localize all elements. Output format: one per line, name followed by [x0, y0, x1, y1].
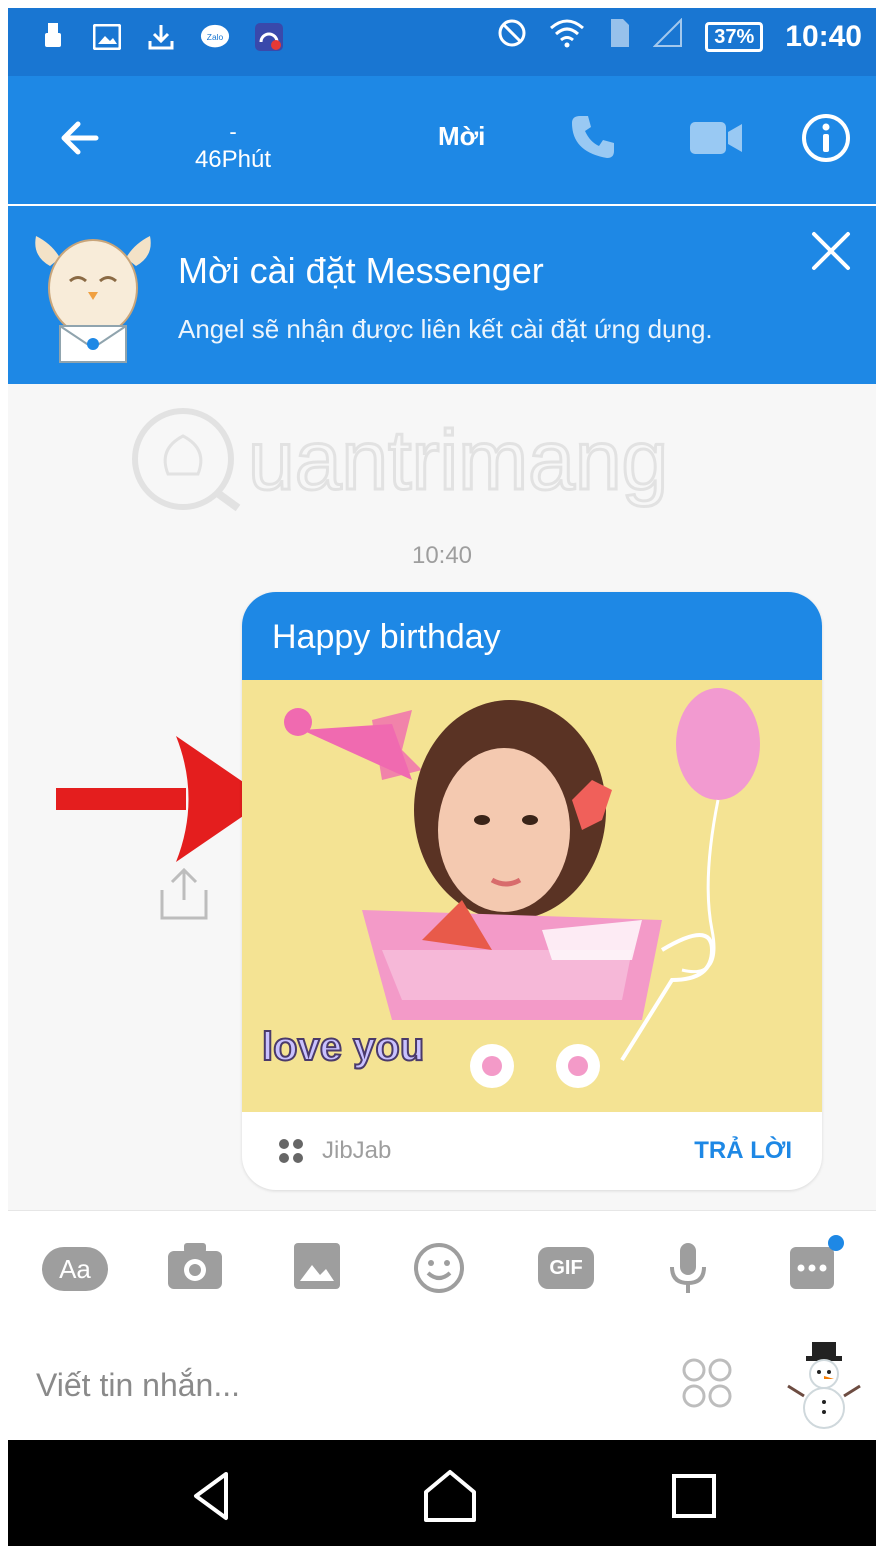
- image-notification-icon: [92, 22, 122, 52]
- owl-mascot-icon: [30, 226, 156, 366]
- sticker-grid-icon[interactable]: [680, 1356, 734, 1410]
- emoji-icon[interactable]: [412, 1241, 466, 1300]
- more-options-icon[interactable]: [786, 1233, 848, 1298]
- card-footer: JibJab TRẢ LỜI: [242, 1112, 822, 1190]
- wifi-icon: [549, 18, 585, 56]
- speedometer-app-icon: [254, 22, 284, 52]
- banner-subtitle: Angel sẽ nhận được liên kết cài đặt ứng …: [178, 314, 713, 344]
- nav-recents-icon[interactable]: [664, 1468, 724, 1524]
- install-messenger-banner[interactable]: Mời cài đặt Messenger Angel sẽ nhận được…: [8, 206, 876, 384]
- back-arrow-icon[interactable]: [56, 114, 104, 162]
- share-icon[interactable]: [158, 866, 210, 922]
- download-icon: [146, 22, 176, 52]
- watermark-logo: uantrimang: [132, 408, 670, 512]
- status-bar: Zalo 37% 10:40: [8, 8, 876, 76]
- signal-icon: [652, 17, 683, 56]
- message-thread[interactable]: uantrimang 10:40 Happy birthday love you…: [8, 384, 876, 1210]
- invite-button[interactable]: Mời: [438, 121, 485, 152]
- birthday-animation-image[interactable]: love you: [242, 680, 822, 1112]
- microphone-icon[interactable]: [668, 1241, 708, 1300]
- image-caption: love you: [262, 1025, 424, 1069]
- card-title: Happy birthday: [242, 592, 822, 680]
- system-navigation-bar: [8, 1440, 876, 1546]
- conversation-title[interactable]: - 46Phút: [178, 119, 288, 178]
- gif-button[interactable]: GIF: [538, 1247, 594, 1289]
- info-icon[interactable]: [800, 112, 852, 164]
- jibjab-message-card[interactable]: Happy birthday love you JibJab TRẢ LỜI: [242, 592, 822, 1190]
- watermark-text: uantrimang: [248, 413, 668, 507]
- reply-button[interactable]: TRẢ LỜI: [694, 1137, 792, 1165]
- svg-text:Zalo: Zalo: [207, 32, 224, 42]
- text-mode-button[interactable]: Aa: [42, 1247, 108, 1291]
- nav-home-icon[interactable]: [420, 1468, 480, 1524]
- last-active-status: 46Phút: [194, 146, 272, 173]
- message-timestamp: 10:40: [411, 542, 473, 569]
- do-not-disturb-icon: [497, 18, 527, 56]
- camera-icon[interactable]: [166, 1241, 224, 1296]
- nav-back-icon[interactable]: [182, 1468, 242, 1524]
- clock: 10:40: [785, 20, 862, 53]
- gallery-icon[interactable]: [292, 1241, 342, 1296]
- composer: [8, 1320, 876, 1440]
- close-icon[interactable]: [808, 228, 854, 274]
- zalo-icon: Zalo: [200, 22, 230, 52]
- jibjab-logo-icon: [276, 1136, 306, 1166]
- battery-indicator: 37%: [705, 22, 764, 52]
- usb-icon: [38, 22, 68, 52]
- banner-title: Mời cài đặt Messenger: [178, 250, 544, 291]
- snowman-sticker-icon[interactable]: [784, 1340, 864, 1430]
- sim-icon: [607, 18, 631, 56]
- conversation-header: - 46Phút Mời: [8, 76, 876, 204]
- contact-name: -: [229, 119, 237, 144]
- composer-toolbar: Aa GIF: [8, 1210, 876, 1320]
- video-call-icon[interactable]: [688, 116, 744, 160]
- phone-call-icon[interactable]: [568, 112, 618, 162]
- message-input[interactable]: [36, 1362, 596, 1408]
- card-source[interactable]: JibJab: [322, 1137, 391, 1165]
